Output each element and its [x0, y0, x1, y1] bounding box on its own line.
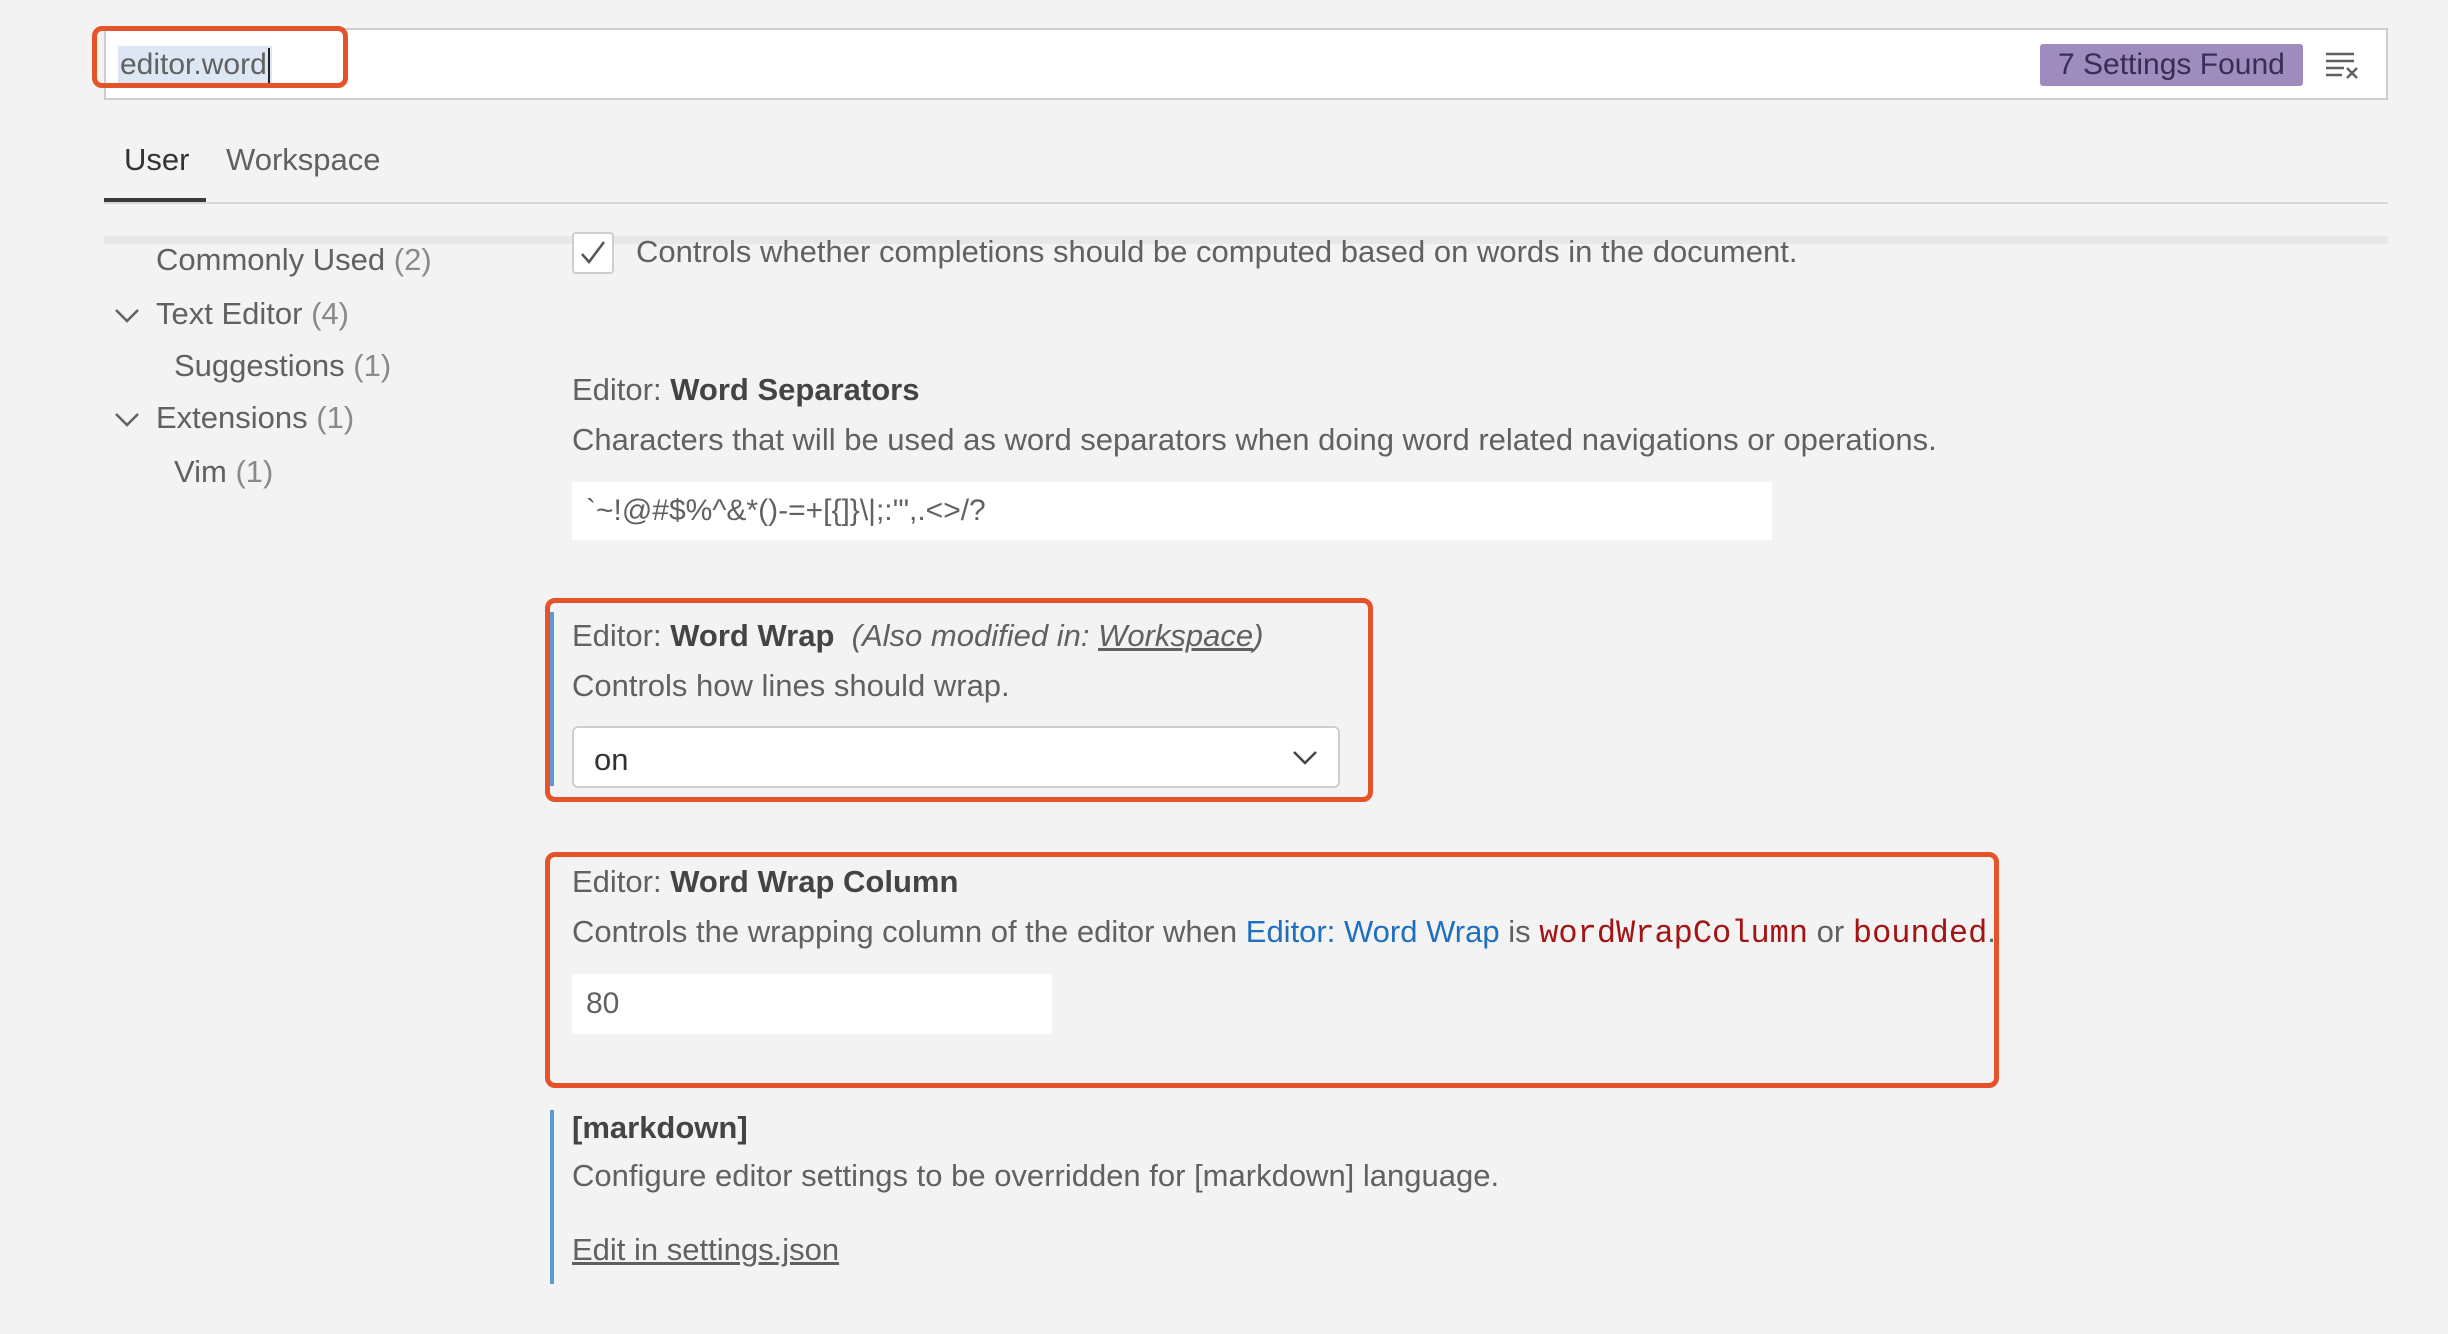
setting-word-wrap: Editor: Word Wrap (Also modified in: Wor…	[572, 618, 1263, 654]
toc-count: (1)	[353, 348, 392, 383]
desc-text: .	[1987, 914, 1996, 949]
word-wrap-column-input[interactable]	[572, 974, 1052, 1034]
section-indicator	[550, 1110, 554, 1284]
tab-user[interactable]: User	[124, 142, 189, 178]
word-wrap-setting-link[interactable]: Editor: Word Wrap	[1246, 914, 1500, 949]
markdown-description: Configure editor settings to be overridd…	[572, 1158, 1500, 1193]
edit-in-settings-json-link[interactable]: Edit in settings.json	[572, 1232, 839, 1268]
word-wrap-column-description: Controls the wrapping column of the edit…	[572, 914, 1996, 952]
toc-item-suggestions[interactable]: Suggestions (1)	[174, 348, 391, 384]
setting-name: Word Wrap Column	[670, 864, 959, 899]
chevron-down-icon	[1293, 751, 1317, 765]
setting-name: Word Wrap	[670, 618, 835, 653]
chevron-down-icon[interactable]	[114, 308, 140, 324]
results-count-badge: 7 Settings Found	[2040, 44, 2303, 86]
markdown-section-title: [markdown]	[572, 1110, 748, 1146]
toc-label: Commonly Used	[156, 242, 386, 277]
modified-in-workspace-link[interactable]: Workspace	[1098, 618, 1253, 653]
setting-title: Editor: Word Wrap Column	[572, 864, 958, 900]
toc-label: Suggestions	[174, 348, 345, 383]
toc-count: (1)	[235, 454, 274, 489]
setting-category: Editor:	[572, 372, 662, 407]
word-wrap-description: Controls how lines should wrap.	[572, 668, 1010, 703]
modified-in-note: (Also modified in: Workspace)	[852, 618, 1264, 653]
settings-scope-tabs: User Workspace	[104, 130, 2388, 204]
setting-title: Editor: Word Wrap (Also modified in: Wor…	[572, 618, 1263, 654]
toc-count: (1)	[316, 400, 355, 435]
setting-category: Editor:	[572, 618, 662, 653]
code-word-wrap-column: wordWrapColumn	[1539, 915, 1809, 952]
modified-in-prefix: (Also modified in:	[851, 618, 1099, 653]
tab-workspace[interactable]: Workspace	[226, 142, 381, 178]
chevron-down-icon[interactable]	[114, 412, 140, 428]
word-based-suggestions-checkbox[interactable]	[572, 232, 614, 274]
toc-item-vim[interactable]: Vim (1)	[174, 454, 273, 490]
toc-item-extensions[interactable]: Extensions (1)	[156, 400, 354, 436]
toc-item-text-editor[interactable]: Text Editor (4)	[156, 296, 349, 332]
word-separators-input[interactable]	[572, 482, 1772, 540]
modified-in-suffix: )	[1253, 618, 1264, 653]
setting-name: Word Separators	[670, 372, 920, 407]
toc-label: Extensions	[156, 400, 308, 435]
toc-label: Vim	[174, 454, 227, 489]
settings-search-bar[interactable]: editor.word 7 Settings Found	[104, 28, 2388, 100]
active-tab-indicator	[104, 198, 206, 202]
search-input[interactable]: editor.word	[118, 46, 272, 85]
setting-category: Editor:	[572, 864, 662, 899]
setting-name: [markdown]	[572, 1110, 748, 1145]
word-separators-description: Characters that will be used as word sep…	[572, 422, 1937, 457]
toc-count: (4)	[311, 296, 349, 331]
toc-count: (2)	[393, 242, 432, 277]
desc-text: or	[1808, 914, 1853, 949]
toc-label: Text Editor	[156, 296, 303, 331]
setting-word-wrap-column: Editor: Word Wrap Column	[572, 864, 958, 900]
code-bounded: bounded	[1852, 915, 1988, 952]
modified-indicator	[550, 612, 554, 786]
word-wrap-selected-value: on	[594, 742, 629, 777]
clear-filter-icon[interactable]	[2322, 48, 2362, 82]
setting-word-separators: Editor: Word Separators	[572, 372, 919, 408]
text-caret	[267, 48, 270, 85]
checkmark-icon	[581, 241, 605, 264]
desc-text: is	[1499, 914, 1540, 949]
word-wrap-select[interactable]: on	[572, 726, 1340, 788]
word-based-description: Controls whether completions should be c…	[636, 234, 1798, 269]
desc-text: Controls the wrapping column of the edit…	[572, 914, 1246, 949]
toc-item-commonly-used[interactable]: Commonly Used (2)	[156, 242, 432, 278]
search-input-value: editor.word	[120, 48, 267, 81]
setting-title: Editor: Word Separators	[572, 372, 919, 408]
